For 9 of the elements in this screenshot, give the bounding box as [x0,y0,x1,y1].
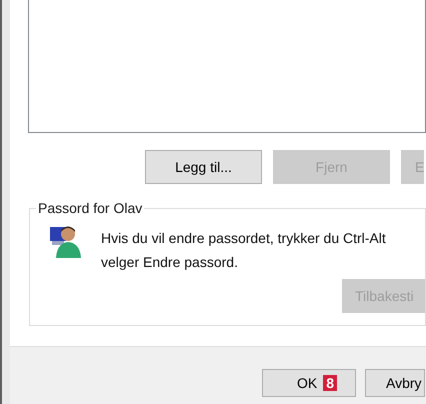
action-button[interactable]: Legg til... [145,150,262,184]
ok-button[interactable]: OK 8 [262,369,356,397]
list-box[interactable] [28,0,426,133]
info-text: Hvis du vil endre passordet, trykker du Ctrl-Alt [101,229,386,248]
number-badge: 8 [323,375,337,391]
group-title: Passord for Olav [37,200,144,216]
info-text: velger Endre passord. [101,253,239,272]
user-computer-icon [49,224,81,258]
cancel-button[interactable]: Avbry [365,369,425,397]
